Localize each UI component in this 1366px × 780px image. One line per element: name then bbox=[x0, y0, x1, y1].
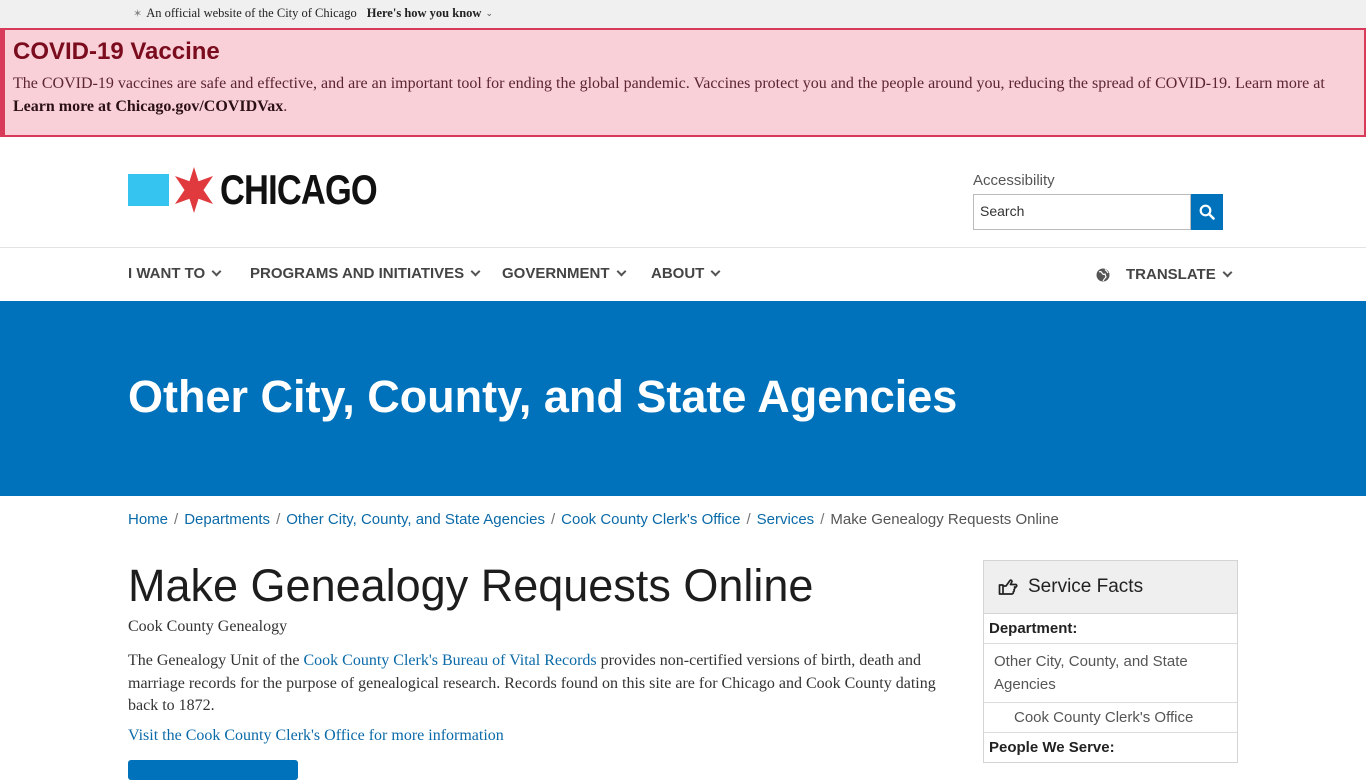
translate-button[interactable]: TRANSLATE bbox=[1096, 266, 1233, 283]
logo-wordmark: CHICAGO bbox=[220, 166, 378, 213]
alert-suffix: . bbox=[283, 98, 288, 115]
chicago-logo[interactable]: CHICAGO bbox=[128, 166, 411, 214]
people-we-serve-label: People We Serve: bbox=[989, 739, 1115, 756]
chevron-down-icon bbox=[616, 266, 626, 277]
search-form: Search bbox=[973, 194, 1223, 230]
service-facts-title: Service Facts bbox=[1028, 576, 1144, 597]
nav-about[interactable]: ABOUT bbox=[651, 265, 721, 282]
page-body: The Genealogy Unit of the Cook County Cl… bbox=[128, 650, 948, 718]
nav-programs[interactable]: PROGRAMS AND INITIATIVES bbox=[250, 265, 481, 282]
search-icon bbox=[1199, 204, 1215, 220]
star-icon: ✶ bbox=[133, 8, 143, 20]
page-subtitle: Cook County Genealogy bbox=[128, 618, 288, 635]
department-sub-link[interactable]: Cook County Clerk's Office bbox=[984, 703, 1237, 733]
breadcrumb-services[interactable]: Services bbox=[757, 511, 815, 528]
nav-label: GOVERNMENT bbox=[502, 265, 610, 282]
more-info: Visit the Cook County Clerk's Office for… bbox=[128, 727, 504, 745]
breadcrumb-separator: / bbox=[746, 511, 751, 528]
search-button[interactable] bbox=[1191, 194, 1223, 230]
service-facts-panel: Service Facts Department: Other City, Co… bbox=[983, 560, 1238, 763]
accessibility-link[interactable]: Accessibility bbox=[973, 172, 1055, 189]
breadcrumb: Home / Departments / Other City, County, a… bbox=[128, 511, 1059, 528]
official-banner: ✶ An official website of the City of Chi… bbox=[0, 0, 1366, 28]
chevron-down-icon bbox=[1222, 267, 1233, 278]
main-nav: I WANT TO PROGRAMS AND INITIATIVES GOVER… bbox=[0, 247, 1366, 301]
chevron-down-icon[interactable]: ⌄ bbox=[485, 8, 493, 19]
nav-label: ABOUT bbox=[651, 265, 705, 282]
search-input[interactable]: Search bbox=[973, 194, 1191, 230]
service-facts-header: Service Facts bbox=[984, 561, 1237, 614]
hero-title: Other City, County, and State Agencies bbox=[128, 371, 958, 422]
nav-label: I WANT TO bbox=[128, 265, 206, 282]
breadcrumb-separator: / bbox=[276, 511, 281, 528]
body-pre: The Genealogy Unit of the bbox=[128, 652, 300, 669]
alert-body: The COVID-19 vaccines are safe and effec… bbox=[13, 75, 1325, 92]
logo-blue-bar bbox=[128, 174, 169, 206]
more-info-link[interactable]: Visit the Cook County Clerk's Office for… bbox=[128, 727, 504, 744]
red-star-icon bbox=[175, 167, 213, 213]
chevron-down-icon bbox=[710, 266, 721, 277]
department-label: Department: bbox=[984, 614, 1237, 644]
how-you-know-link[interactable]: Here's how you know bbox=[367, 6, 482, 21]
breadcrumb-departments[interactable]: Departments bbox=[184, 511, 270, 528]
globe-icon bbox=[1096, 268, 1110, 281]
breadcrumb-separator: / bbox=[820, 511, 825, 528]
nav-label: PROGRAMS AND INITIATIVES bbox=[250, 265, 465, 282]
translate-label: TRANSLATE bbox=[1126, 266, 1216, 283]
breadcrumb-agencies[interactable]: Other City, County, and State Agencies bbox=[286, 511, 545, 528]
breadcrumb-current: Make Genealogy Requests Online bbox=[830, 511, 1059, 528]
nav-i-want-to[interactable]: I WANT TO bbox=[128, 265, 222, 282]
chevron-down-icon bbox=[470, 266, 481, 277]
breadcrumb-separator: / bbox=[550, 511, 556, 528]
vital-records-link[interactable]: Cook County Clerk's Bureau of Vital Reco… bbox=[304, 652, 597, 669]
department-value-link[interactable]: Other City, County, and State Agencies bbox=[984, 644, 1237, 703]
breadcrumb-separator: / bbox=[174, 511, 179, 528]
primary-action-button[interactable] bbox=[128, 760, 298, 780]
nav-government[interactable]: GOVERNMENT bbox=[502, 265, 626, 282]
page-title: Make Genealogy Requests Online bbox=[128, 560, 814, 611]
covid-alert: COVID-19 Vaccine The COVID-19 vaccines a… bbox=[0, 28, 1366, 137]
breadcrumb-clerk[interactable]: Cook County Clerk's Office bbox=[561, 511, 740, 528]
page-hero: Other City, County, and State Agencies bbox=[0, 301, 1366, 496]
alert-text: The COVID-19 vaccines are safe and effec… bbox=[13, 72, 1353, 118]
alert-title: COVID-19 Vaccine bbox=[13, 38, 220, 65]
official-text: An official website of the City of Chica… bbox=[146, 6, 357, 20]
chevron-down-icon bbox=[211, 266, 222, 277]
pointing-hand-icon bbox=[998, 579, 1018, 595]
covidvax-link[interactable]: Learn more at Chicago.gov/COVIDVax bbox=[13, 98, 283, 115]
breadcrumb-home[interactable]: Home bbox=[128, 511, 168, 528]
